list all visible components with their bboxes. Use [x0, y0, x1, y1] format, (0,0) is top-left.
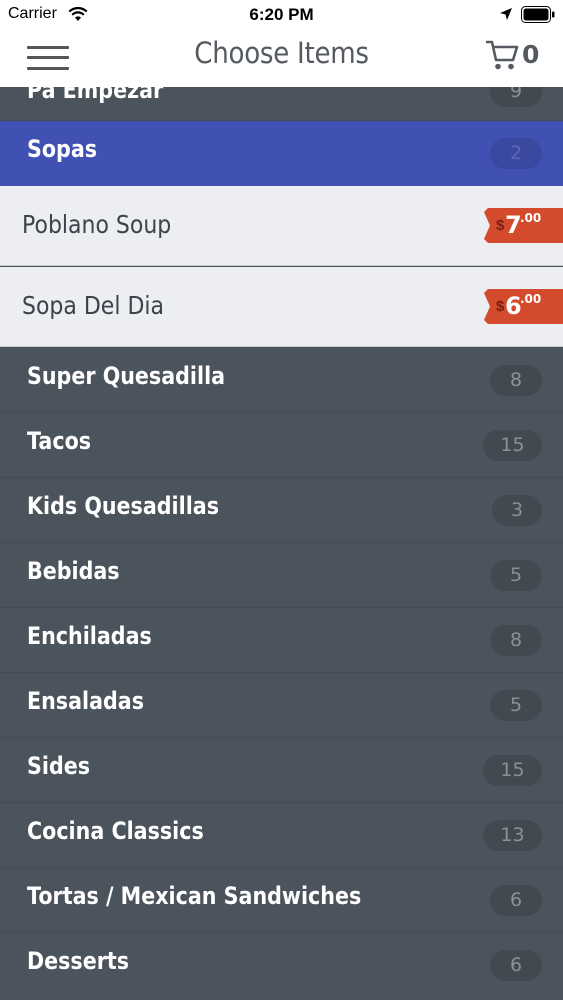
category-count-badge: 8: [490, 365, 542, 396]
category-label: Bebidas: [27, 557, 120, 585]
category-label: Tacos: [27, 427, 92, 455]
category-row-desserts[interactable]: Desserts 6: [0, 933, 563, 998]
category-label: Cocina Classics: [27, 817, 204, 845]
cart-count: 0: [522, 40, 540, 69]
category-count-badge: 9: [490, 87, 542, 107]
category-row-ensaladas[interactable]: Ensaladas 5: [0, 673, 563, 738]
category-count-badge: 13: [483, 820, 542, 851]
category-count-badge: 15: [483, 430, 542, 461]
price-tag: $ 6 .00: [484, 289, 563, 324]
category-label: Super Quesadilla: [27, 362, 226, 390]
page-title: Choose Items: [194, 36, 369, 70]
category-row-kids-quesadillas[interactable]: Kids Quesadillas 3: [0, 478, 563, 543]
menu-item-row[interactable]: Poblano Soup $ 7 .00: [0, 186, 563, 266]
navigation-bar: Choose Items 0: [0, 30, 563, 87]
menu-item-row[interactable]: Sopa Del Dia $ 6 .00: [0, 267, 563, 347]
status-bar: Carrier 6:20 PM: [0, 0, 563, 30]
clock-time: 6:20 PM: [249, 5, 314, 24]
item-name: Sopa Del Dia: [22, 291, 164, 320]
category-row-tacos[interactable]: Tacos 15: [0, 413, 563, 478]
category-label: Tortas / Mexican Sandwiches: [27, 882, 362, 910]
category-row-bebidas[interactable]: Bebidas 5: [0, 543, 563, 608]
item-name: Poblano Soup: [22, 210, 172, 239]
price-tag: $ 7 .00: [484, 208, 563, 243]
category-label: Pa Empezar: [27, 87, 164, 104]
category-row-enchiladas[interactable]: Enchiladas 8: [0, 608, 563, 673]
category-count-badge: 3: [492, 495, 542, 526]
shopping-cart-icon[interactable]: [486, 38, 520, 72]
battery-icon: [521, 6, 555, 23]
currency-symbol: $: [496, 217, 505, 234]
category-count-badge: 6: [490, 885, 542, 916]
category-label: Desserts: [27, 947, 130, 975]
category-count-badge: 5: [490, 690, 542, 721]
category-row-sopas[interactable]: Sopas 2: [0, 121, 563, 186]
price-cents: .00: [520, 292, 542, 306]
category-row-cocina-classics[interactable]: Cocina Classics 13: [0, 803, 563, 868]
currency-symbol: $: [496, 298, 505, 315]
category-row-pa-empezar[interactable]: Pa Empezar 9: [0, 87, 563, 121]
category-label: Kids Quesadillas: [27, 492, 219, 520]
price-cents: .00: [520, 211, 542, 225]
category-count-badge: 5: [490, 560, 542, 591]
category-label: Sopas: [27, 135, 98, 163]
category-count-badge: 6: [490, 950, 542, 981]
category-count-badge: 2: [490, 138, 542, 169]
category-row-sides[interactable]: Sides 15: [0, 738, 563, 803]
category-list[interactable]: Pa Empezar 9 Sopas 2 Poblano Soup $ 7 .0…: [0, 87, 563, 1000]
category-row-super-quesadilla[interactable]: Super Quesadilla 8: [0, 348, 563, 413]
category-label: Sides: [27, 752, 91, 780]
category-label: Ensaladas: [27, 687, 145, 715]
category-label: Enchiladas: [27, 622, 152, 650]
category-row-tortas[interactable]: Tortas / Mexican Sandwiches 6: [0, 868, 563, 933]
category-count-badge: 15: [483, 755, 542, 786]
category-count-badge: 8: [490, 625, 542, 656]
location-arrow-icon: [500, 8, 512, 20]
